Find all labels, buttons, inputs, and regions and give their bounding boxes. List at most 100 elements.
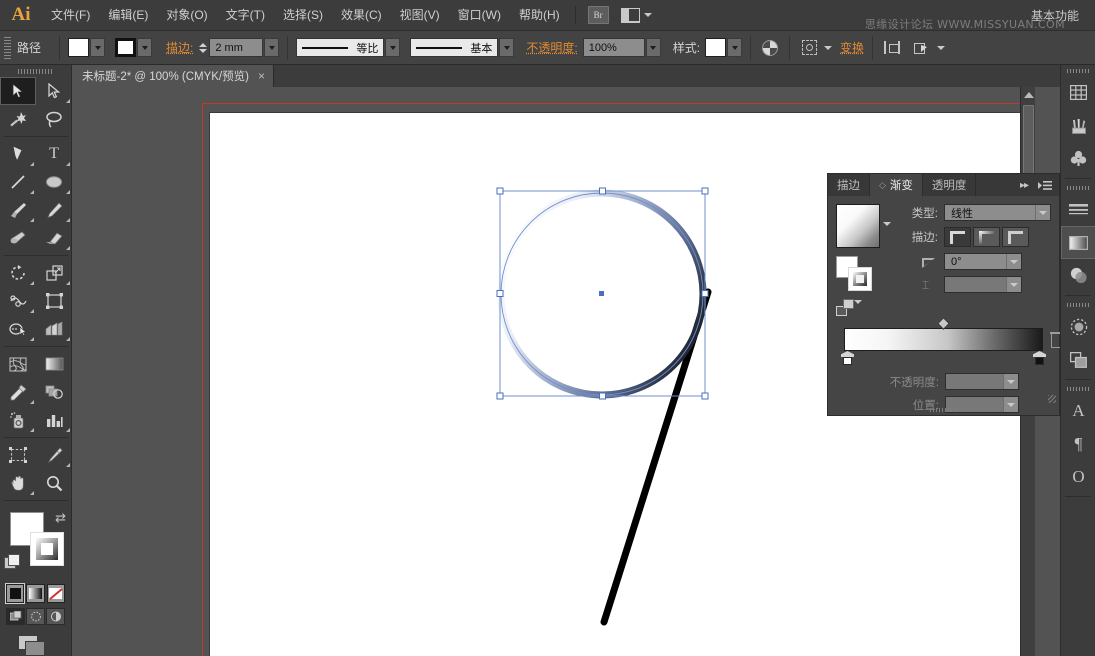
menu-view[interactable]: 视图(V) <box>391 0 449 30</box>
chevron-down-icon[interactable] <box>824 46 832 50</box>
collapse-panel-icon[interactable]: ▸▸ <box>1014 174 1034 196</box>
gradient-angle-input[interactable]: 0° <box>944 253 1022 270</box>
panel-icon-transparency[interactable] <box>1061 259 1095 292</box>
fill-color-swatch[interactable] <box>68 38 89 57</box>
reverse-gradient-button[interactable] <box>836 298 862 318</box>
panel-icon-brushes[interactable] <box>1061 109 1095 142</box>
gradient-within-stroke-button[interactable] <box>944 227 971 247</box>
panel-icon-character[interactable]: A <box>1061 394 1095 427</box>
gradient-stop-end[interactable] <box>1033 351 1046 366</box>
dock-group-grip[interactable] <box>1061 299 1095 310</box>
draw-inside[interactable] <box>46 608 65 625</box>
chevron-down-icon[interactable] <box>1035 205 1050 220</box>
tab-transparency[interactable]: 透明度 <box>923 174 977 196</box>
panel-resize-handle[interactable] <box>1048 395 1056 403</box>
chevron-down-icon[interactable] <box>1006 254 1021 269</box>
dock-grip[interactable] <box>1061 65 1095 76</box>
stroke-weight-stepper[interactable] <box>199 43 207 53</box>
go-to-bridge-icon[interactable]: Br <box>588 6 609 24</box>
mesh-tool[interactable] <box>0 350 36 378</box>
slice-tool[interactable] <box>36 441 72 469</box>
gradient-along-stroke-button[interactable] <box>973 227 1000 247</box>
panel-footer-grip[interactable] <box>828 407 1061 413</box>
scroll-up-icon[interactable] <box>1021 87 1035 102</box>
fill-color-control[interactable] <box>68 38 105 57</box>
chevron-down-icon[interactable] <box>937 46 945 50</box>
swap-fill-stroke-icon[interactable]: ⇄ <box>55 510 66 526</box>
rotate-tool[interactable] <box>0 259 36 287</box>
tools-panel-grip[interactable] <box>0 65 71 77</box>
chevron-down-icon[interactable] <box>1003 374 1018 389</box>
width-profile-select[interactable]: 等比 <box>296 38 384 57</box>
magic-wand-tool[interactable] <box>0 105 36 133</box>
paintbrush-tool[interactable] <box>0 196 36 224</box>
recolor-artwork-button[interactable] <box>759 37 781 59</box>
width-profile-dropdown[interactable] <box>385 38 400 57</box>
panel-icon-opentype[interactable]: O <box>1061 460 1095 493</box>
isolate-object-button[interactable] <box>881 37 903 59</box>
close-icon[interactable]: × <box>258 70 265 82</box>
menu-window[interactable]: 窗口(W) <box>449 0 510 30</box>
pencil-tool[interactable] <box>36 196 72 224</box>
stroke-swatch[interactable] <box>30 532 64 566</box>
tab-stroke[interactable]: 描边 <box>828 174 870 196</box>
menu-edit[interactable]: 编辑(E) <box>99 0 157 30</box>
dock-group-grip[interactable] <box>1061 182 1095 193</box>
color-mode-gradient[interactable] <box>26 584 44 603</box>
zoom-tool[interactable] <box>36 469 72 497</box>
draw-behind[interactable] <box>26 608 45 625</box>
menu-type[interactable]: 文字(T) <box>217 0 274 30</box>
gradient-aspect-input[interactable] <box>944 276 1022 293</box>
dock-group-grip[interactable] <box>1061 383 1095 394</box>
type-tool[interactable]: T <box>36 140 72 168</box>
width-tool[interactable] <box>0 287 36 315</box>
symbol-sprayer-tool[interactable] <box>0 406 36 434</box>
pen-tool[interactable] <box>0 140 36 168</box>
opacity-input[interactable]: 100% <box>583 38 645 57</box>
scale-tool[interactable] <box>36 259 72 287</box>
menu-select[interactable]: 选择(S) <box>274 0 332 30</box>
workspace-switcher[interactable]: 基本功能 思缘设计论坛 WWW.MISSYUAN.COM <box>1023 7 1095 24</box>
menu-effect[interactable]: 效果(C) <box>332 0 391 30</box>
panel-icon-document-info[interactable] <box>1061 76 1095 109</box>
brush-definition-dropdown[interactable] <box>499 38 514 57</box>
free-transform-tool[interactable] <box>36 287 72 315</box>
opacity-label[interactable]: 不透明度: <box>526 39 577 56</box>
panel-icon-gradient[interactable] <box>1061 226 1095 259</box>
panel-menu-icon[interactable] <box>1034 174 1059 196</box>
gradient-across-stroke-button[interactable] <box>1002 227 1029 247</box>
color-mode-solid[interactable] <box>6 584 24 603</box>
brush-definition-select[interactable]: 基本 <box>410 38 498 57</box>
stroke-weight-label[interactable]: 描边: <box>166 39 193 56</box>
default-fill-stroke-icon[interactable] <box>4 554 19 569</box>
blob-brush-tool[interactable] <box>0 224 36 252</box>
control-bar-grip[interactable] <box>4 37 11 59</box>
perspective-grid-tool[interactable] <box>36 315 72 343</box>
gradient-stroke-target[interactable] <box>848 267 872 291</box>
stroke-weight-dropdown[interactable] <box>264 38 279 57</box>
graphic-style-dropdown[interactable] <box>727 38 742 57</box>
blend-tool[interactable] <box>36 378 72 406</box>
gradient-type-select[interactable]: 线性 <box>944 204 1051 221</box>
stroke-weight-input[interactable]: 2 mm <box>209 38 263 57</box>
transform-button[interactable]: 变换 <box>840 39 864 56</box>
eyedropper-tool[interactable] <box>0 378 36 406</box>
menu-object[interactable]: 对象(O) <box>157 0 216 30</box>
gradient-tool[interactable] <box>36 350 72 378</box>
gradient-presets-dropdown-icon[interactable] <box>883 222 891 226</box>
select-similar-button[interactable] <box>911 37 933 59</box>
arrange-documents-button[interactable] <box>615 8 658 23</box>
artboard-tool[interactable] <box>0 441 36 469</box>
screen-mode-button[interactable] <box>0 625 71 655</box>
menu-help[interactable]: 帮助(H) <box>510 0 569 30</box>
panel-icon-stroke[interactable] <box>1061 193 1095 226</box>
gradient-slider[interactable] <box>844 328 1043 351</box>
eraser-tool[interactable] <box>36 224 72 252</box>
gradient-stop-start[interactable] <box>841 351 854 366</box>
opacity-dropdown[interactable] <box>646 38 661 57</box>
hand-tool[interactable] <box>0 469 36 497</box>
stroke-color-control[interactable] <box>115 38 152 57</box>
stroke-color-swatch[interactable] <box>115 38 136 57</box>
stroke-dropdown-button[interactable] <box>137 38 152 57</box>
ellipse-tool[interactable] <box>36 168 72 196</box>
